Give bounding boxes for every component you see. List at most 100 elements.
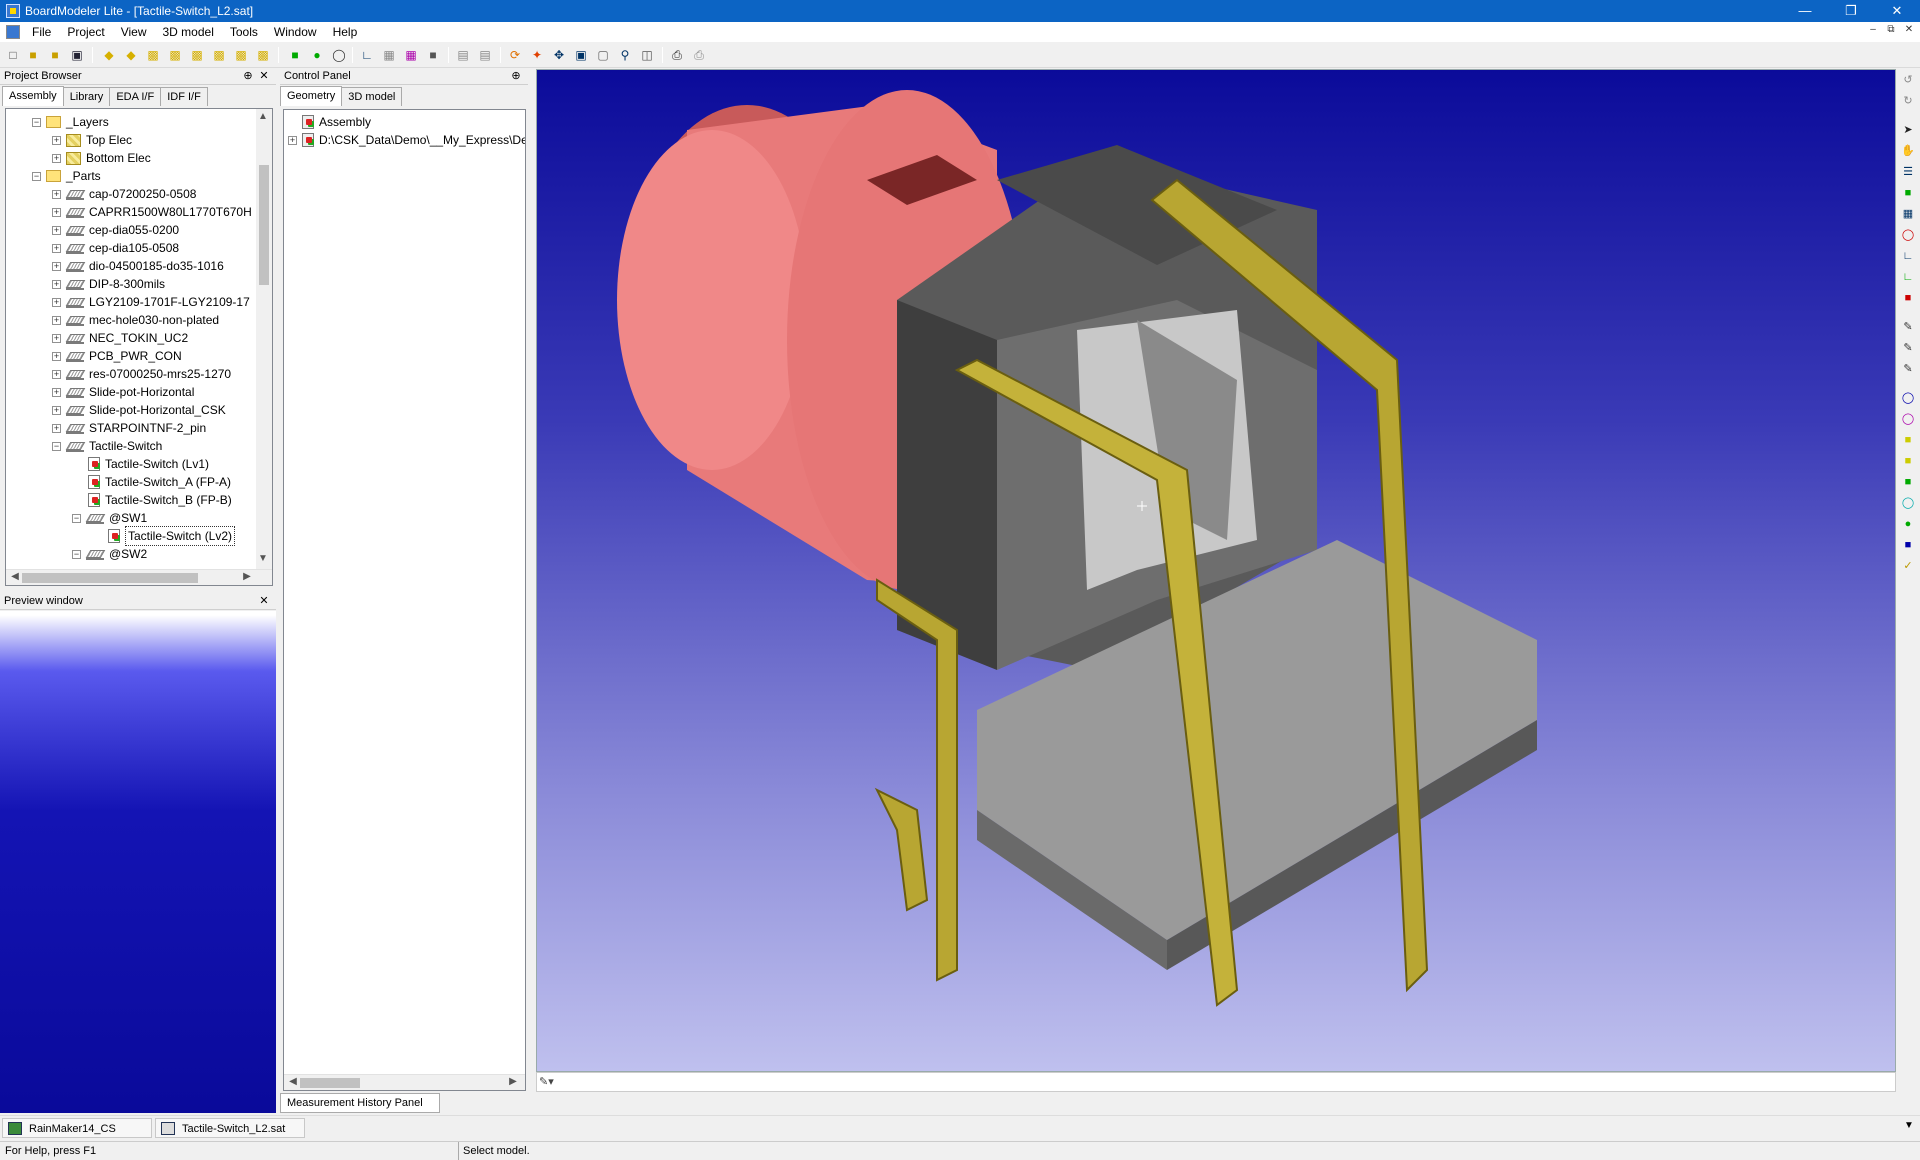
expand-toggle-icon[interactable]: +: [52, 261, 61, 271]
tool-a-icon[interactable]: ▤: [454, 46, 472, 64]
task-rainmaker[interactable]: RainMaker14_CS: [2, 1118, 152, 1138]
close-icon[interactable]: ✕: [258, 593, 270, 610]
layer-e-icon[interactable]: ▩: [232, 46, 250, 64]
expand-toggle-icon[interactable]: +: [52, 225, 61, 235]
tree-item[interactable]: Tactile-Switch (Lv2): [108, 526, 236, 546]
rotate-icon[interactable]: ⟳: [506, 46, 524, 64]
restore-button[interactable]: ❐: [1828, 0, 1874, 22]
tool-b-icon[interactable]: ▤: [476, 46, 494, 64]
expand-toggle-icon[interactable]: +: [52, 243, 61, 253]
right-tool-icon[interactable]: ■: [1901, 186, 1915, 200]
app-icon[interactable]: [6, 4, 20, 18]
taskbar-menu-icon[interactable]: ▼: [1904, 1120, 1914, 1131]
scroll-down-icon[interactable]: ▼: [256, 553, 270, 564]
minimize-button[interactable]: —: [1782, 0, 1828, 22]
scroll-thumb[interactable]: [22, 573, 198, 583]
layer-dropdown-icon[interactable]: ✎▾: [539, 1075, 554, 1088]
open-project-icon[interactable]: ■: [46, 46, 64, 64]
expand-toggle-icon[interactable]: +: [288, 135, 297, 145]
mdi-close-button[interactable]: ✕: [1900, 24, 1918, 40]
zoom-icon[interactable]: ⚲: [616, 46, 634, 64]
tree-item[interactable]: + DIP-8-300mils: [52, 275, 165, 293]
right-tool-icon[interactable]: ◯: [1901, 496, 1915, 510]
right-tool-icon[interactable]: ●: [1901, 517, 1915, 531]
tab-geometry[interactable]: Geometry: [280, 86, 343, 106]
tree-item[interactable]: + mec-hole030-non-plated: [52, 311, 219, 329]
menu-project[interactable]: Project: [59, 22, 112, 42]
scroll-up-icon[interactable]: ▲: [256, 111, 270, 122]
grid-icon[interactable]: ▦: [380, 46, 398, 64]
tree-item[interactable]: + cep-dia105-0508: [52, 239, 179, 257]
tree-item[interactable]: + cap-07200250-0508: [52, 185, 196, 203]
layer-b-icon[interactable]: ▩: [166, 46, 184, 64]
axis-icon[interactable]: ∟: [358, 46, 376, 64]
tree-item[interactable]: Tactile-Switch_B (FP-B): [88, 491, 232, 509]
tree-item[interactable]: Assembly: [288, 113, 371, 131]
expand-toggle-icon[interactable]: −: [72, 513, 81, 523]
expand-toggle-icon[interactable]: +: [52, 351, 61, 361]
tree-item[interactable]: + NEC_TOKIN_UC2: [52, 329, 188, 347]
solid-round-icon[interactable]: ●: [308, 46, 326, 64]
right-tool-icon[interactable]: ↺: [1901, 73, 1915, 87]
expand-toggle-icon[interactable]: +: [52, 333, 61, 343]
open-folder-icon[interactable]: ■: [24, 46, 42, 64]
menu-3d-model[interactable]: 3D model: [155, 22, 222, 42]
solid-green-icon[interactable]: ■: [286, 46, 304, 64]
expand-toggle-icon[interactable]: +: [52, 297, 61, 307]
right-tool-icon[interactable]: ↻: [1901, 94, 1915, 108]
import-icon[interactable]: ◆: [100, 46, 118, 64]
tree-item[interactable]: + D:\CSK_Data\Demo\__My_Express\De: [288, 131, 525, 149]
tree-item[interactable]: + Slide-pot-Horizontal_CSK: [52, 401, 226, 419]
right-tool-icon[interactable]: ◯: [1901, 412, 1915, 426]
import-lib-icon[interactable]: ◆: [122, 46, 140, 64]
document-icon[interactable]: [6, 25, 20, 39]
tab-eda-if[interactable]: EDA I/F: [109, 87, 162, 106]
scroll-left-icon[interactable]: ◀: [286, 1076, 300, 1087]
mdi-minimize-button[interactable]: –: [1864, 24, 1882, 40]
tree-item[interactable]: − Tactile-Switch: [52, 437, 162, 455]
expand-toggle-icon[interactable]: −: [72, 549, 81, 559]
right-tool-icon[interactable]: ✎: [1901, 341, 1915, 355]
tab-assembly[interactable]: Assembly: [2, 86, 64, 106]
close-button[interactable]: ✕: [1874, 0, 1920, 22]
expand-toggle-icon[interactable]: +: [52, 423, 61, 433]
3d-viewport[interactable]: [536, 69, 1896, 1072]
scroll-thumb[interactable]: [300, 1078, 360, 1088]
tree-item[interactable]: + PCB_PWR_CON: [52, 347, 182, 365]
right-tool-icon[interactable]: ■: [1901, 454, 1915, 468]
layer-d-icon[interactable]: ▩: [210, 46, 228, 64]
expand-toggle-icon[interactable]: +: [52, 405, 61, 415]
tree-item[interactable]: Tactile-Switch (Lv1): [88, 455, 209, 473]
menu-window[interactable]: Window: [266, 22, 325, 42]
task-tactile-switch[interactable]: Tactile-Switch_L2.sat: [155, 1118, 305, 1138]
menu-help[interactable]: Help: [325, 22, 366, 42]
pin-icon[interactable]: ⊕: [510, 68, 522, 85]
layer-c-icon[interactable]: ▩: [188, 46, 206, 64]
zoom-fit-icon[interactable]: ▢: [594, 46, 612, 64]
new-file-icon[interactable]: □: [4, 46, 22, 64]
layer-f-icon[interactable]: ▩: [254, 46, 272, 64]
tree-item[interactable]: + LGY2109-1701F-LGY2109-17: [52, 293, 250, 311]
pan-icon[interactable]: ✥: [550, 46, 568, 64]
wire-icon[interactable]: ◯: [330, 46, 348, 64]
color-grid-icon[interactable]: ▦: [402, 46, 420, 64]
tree-item[interactable]: − _Parts: [32, 167, 101, 185]
menu-tools[interactable]: Tools: [222, 22, 266, 42]
scroll-right-icon[interactable]: ▶: [506, 1076, 520, 1087]
right-tool-icon[interactable]: ✎: [1901, 362, 1915, 376]
layer-a-icon[interactable]: ▩: [144, 46, 162, 64]
right-tool-icon[interactable]: ▦: [1901, 207, 1915, 221]
right-tool-icon[interactable]: ✓: [1901, 559, 1915, 573]
print-preview-icon[interactable]: ⎙: [690, 46, 708, 64]
tree-item[interactable]: + Top Elec: [52, 131, 132, 149]
save-icon[interactable]: ▣: [68, 46, 86, 64]
scroll-left-icon[interactable]: ◀: [8, 571, 22, 582]
tree-item[interactable]: + cep-dia055-0200: [52, 221, 179, 239]
right-tool-icon[interactable]: ☰: [1901, 165, 1915, 179]
geometry-horizontal-scrollbar[interactable]: ◀ ▶: [284, 1074, 525, 1090]
tree-item[interactable]: + res-07000250-mrs25-1270: [52, 365, 231, 383]
right-tool-icon[interactable]: ■: [1901, 291, 1915, 305]
tree-item[interactable]: + STARPOINTNF-2_pin: [52, 419, 206, 437]
tab-3d-model[interactable]: 3D model: [341, 87, 403, 106]
right-tool-icon[interactable]: ✋: [1901, 144, 1915, 158]
